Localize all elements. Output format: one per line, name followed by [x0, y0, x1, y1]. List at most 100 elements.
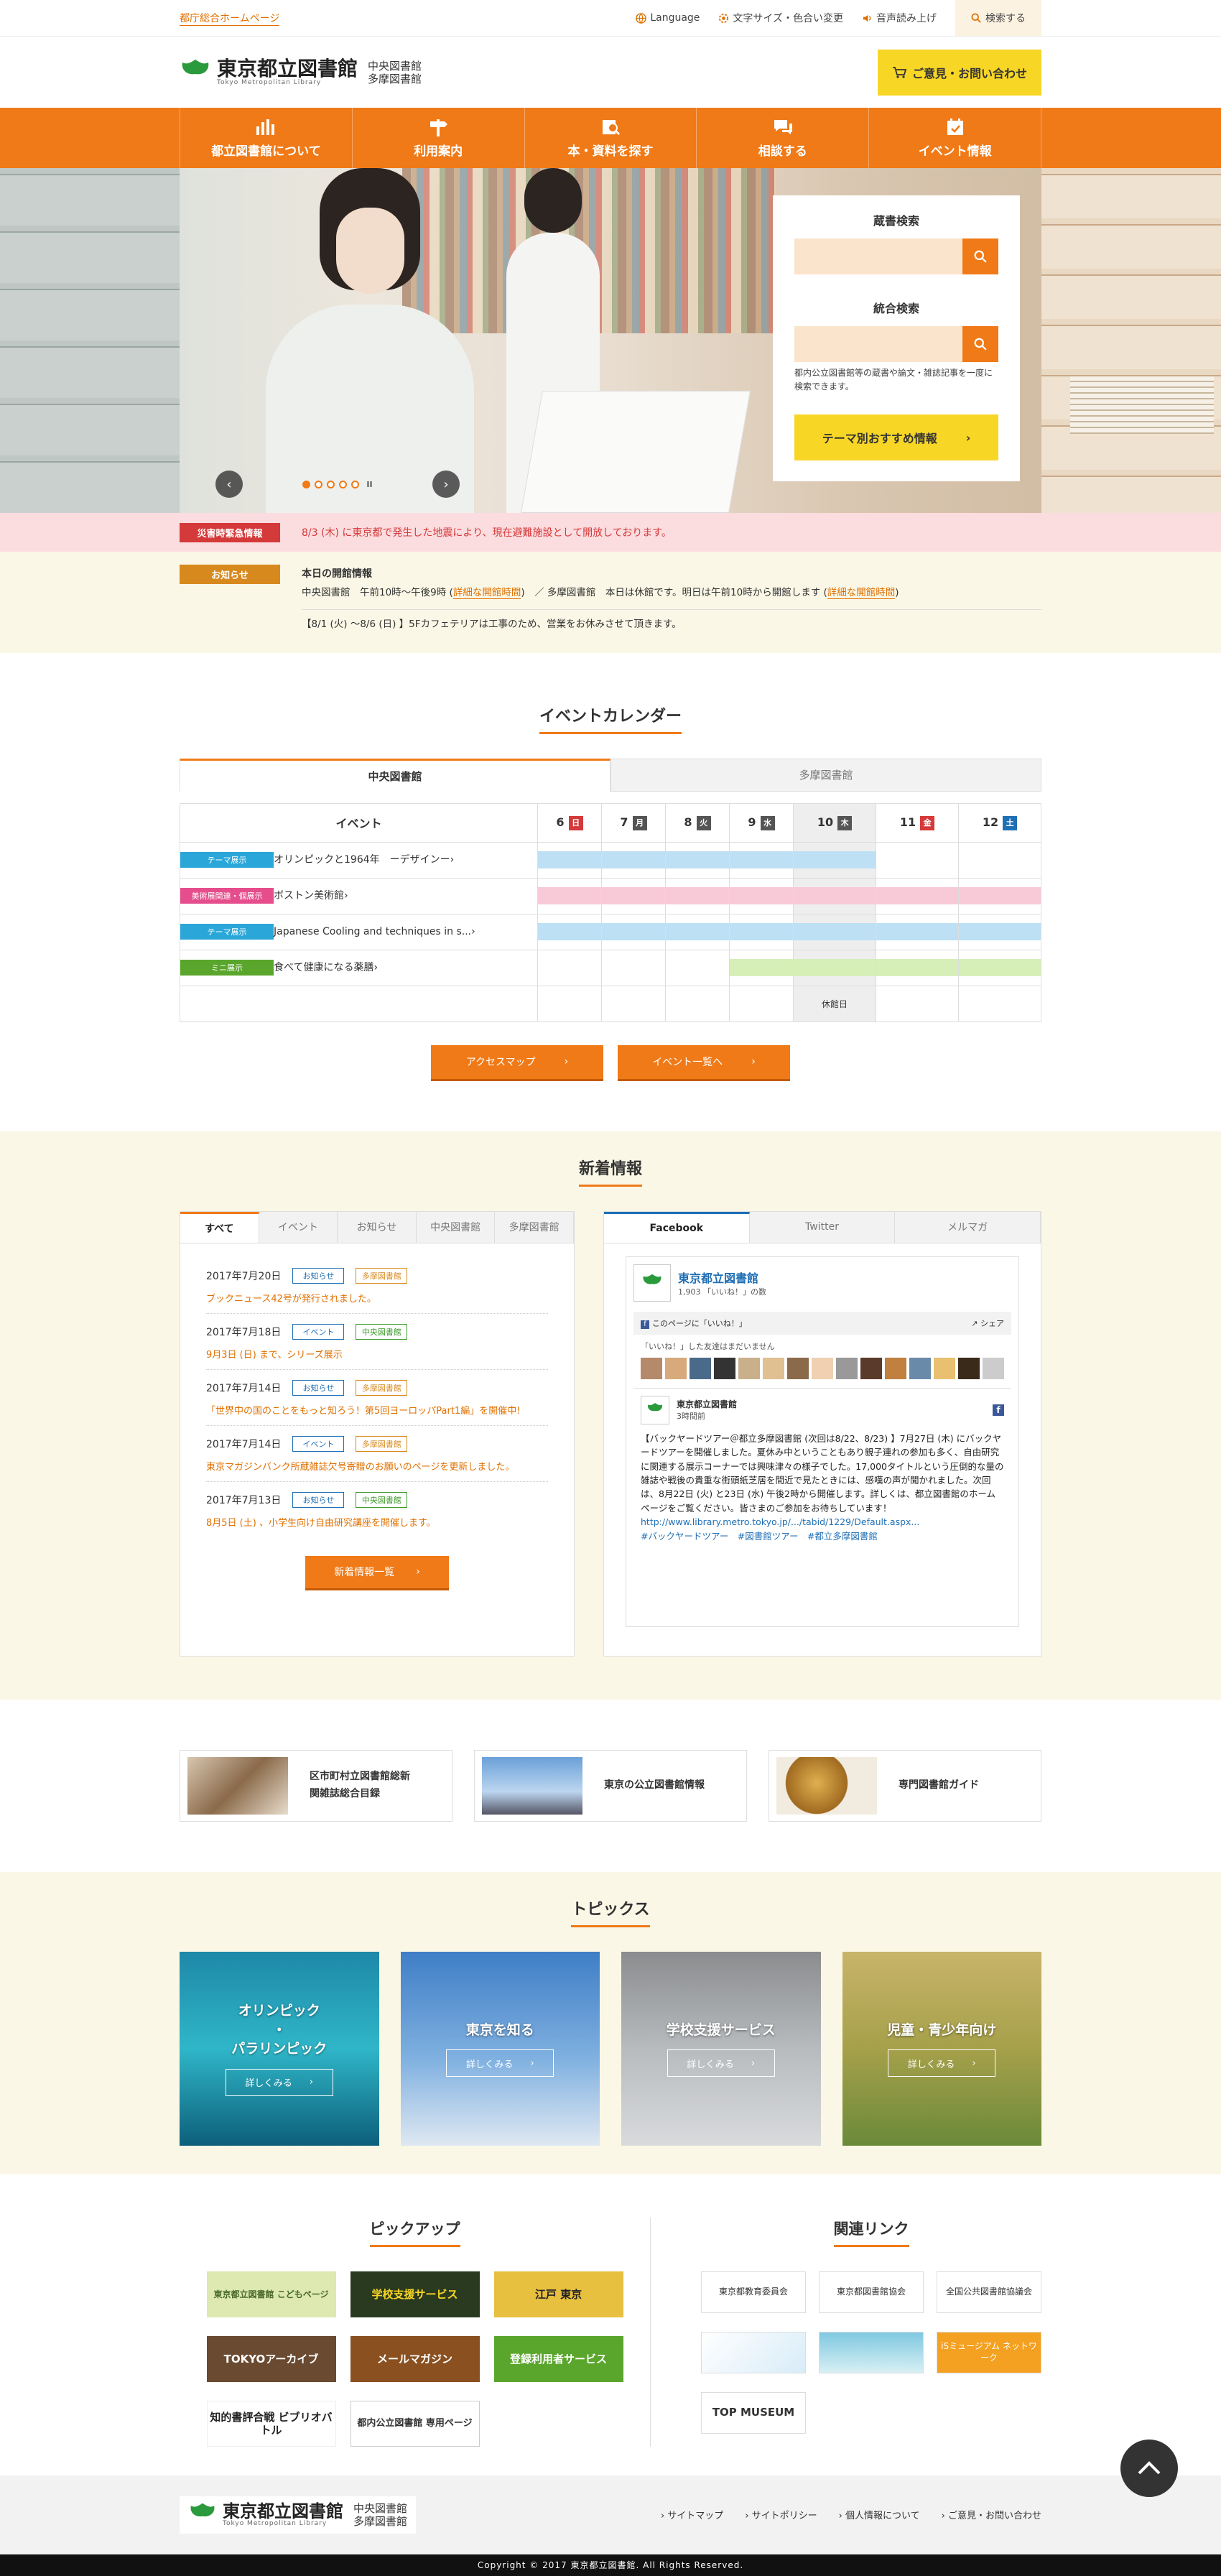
related-banner-5[interactable]: [819, 2331, 924, 2373]
font-color-link[interactable]: 文字サイズ・色合い変更: [718, 11, 843, 25]
related-top-museum[interactable]: TOP MUSEUM: [701, 2391, 806, 2434]
nav-search-books[interactable]: 本・資料を探す: [524, 108, 697, 168]
related-tokyo-library-association[interactable]: 東京都図書館協会: [819, 2271, 924, 2313]
calendar-day-header: 9水: [729, 802, 794, 843]
event-list-button[interactable]: イベント一覧へ ›: [618, 1044, 790, 1081]
facebook-like-page-button[interactable]: f このページに「いいね！」: [641, 1317, 747, 1329]
footer-logo[interactable]: 東京都立図書館 Tokyo Metropolitan Library 中央図書館…: [180, 2496, 417, 2534]
tab-tama-library[interactable]: 多摩図書館: [610, 758, 1041, 792]
facebook-post-hashtags[interactable]: #バックヤードツアー #図書館ツアー #都立多摩図書館: [641, 1529, 1004, 1543]
facebook-post-url[interactable]: http://www.library.metro.tokyo.jp/.../ta…: [641, 1515, 1004, 1529]
catalog-search-button[interactable]: [962, 238, 998, 274]
related-national-public-library-council[interactable]: 全国公共図書館協議会: [937, 2271, 1041, 2313]
facebook-page-name[interactable]: 東京都立図書館: [678, 1269, 766, 1286]
sns-tab-facebook[interactable]: Facebook: [604, 1211, 750, 1243]
opening-hours-link-central[interactable]: 詳細な開館時間: [452, 586, 521, 599]
nav-guide[interactable]: 利用案内: [351, 108, 524, 168]
catalog-search-input[interactable]: [794, 238, 962, 274]
calendar-event-cell[interactable]: 美術展関連・個展示 ボストン美術館›: [180, 877, 538, 914]
slider-next-button[interactable]: ›: [432, 471, 460, 498]
calendar-event-cell[interactable]: ミニ展示 食べて健康になる薬膳›: [180, 949, 538, 986]
topic-detail-button[interactable]: 詳しくみる ›: [446, 2049, 554, 2077]
opening-hours-link-tama[interactable]: 詳細な開館時間: [827, 586, 896, 599]
news-more-button[interactable]: 新着情報一覧 ›: [305, 1555, 449, 1590]
theme-recommend-button[interactable]: テーマ別おすすめ情報 ›: [794, 414, 998, 461]
integrated-search-button[interactable]: [962, 326, 998, 362]
pickup-bibliobattle[interactable]: 知的書評合戦 ビブリオバトル: [206, 2400, 336, 2447]
news-tab-notice[interactable]: お知らせ: [338, 1211, 417, 1243]
table-row[interactable]: 美術展関連・個展示 ボストン美術館›: [180, 877, 1042, 914]
facebook-share-button[interactable]: ↗ シェア: [971, 1317, 1004, 1329]
topic-card-olympic[interactable]: オリンピック・パラリンピック 詳しくみる ›: [180, 1951, 379, 2146]
pickup-school-support[interactable]: 学校支援サービス: [350, 2271, 480, 2317]
related-board-of-education[interactable]: 東京都教育委員会: [701, 2271, 806, 2313]
calendar-event-cell[interactable]: テーマ展示 オリンピックと1964年 ーデザインー›: [180, 841, 538, 879]
site-search-button[interactable]: 検索する: [955, 0, 1041, 36]
news-link[interactable]: ブックニュース42号が発行されました。: [206, 1291, 548, 1305]
news-link[interactable]: 「世界中の国のことをもっと知ろう！第5回ヨーロッパPart1編」を開催中!: [206, 1403, 548, 1417]
slider-dot-3[interactable]: [327, 480, 335, 488]
slider-dot-4[interactable]: [339, 480, 348, 488]
access-map-button[interactable]: アクセスマップ ›: [431, 1044, 603, 1081]
portal-link[interactable]: 都庁総合ホームページ: [180, 11, 280, 26]
event-category-badge: ミニ展示: [180, 960, 274, 976]
table-row[interactable]: ミニ展示 食べて健康になる薬膳›: [180, 949, 1042, 986]
topic-card-school[interactable]: 学校支援サービス 詳しくみる ›: [621, 1951, 821, 2146]
back-to-top-button[interactable]: [1120, 2439, 1178, 2497]
topic-detail-button[interactable]: 詳しくみる ›: [888, 2049, 996, 2077]
calendar-event-cell[interactable]: テーマ展示 Japanese Cooling and techniques in …: [180, 913, 538, 950]
pickup-mail-magazine[interactable]: メールマガジン: [350, 2335, 480, 2382]
table-row[interactable]: テーマ展示 Japanese Cooling and techniques in …: [180, 913, 1042, 950]
news-tab-all[interactable]: すべて: [180, 1211, 259, 1243]
banner-special-library-guide[interactable]: 専門図書館ガイド: [769, 1749, 1041, 1822]
topic-card-youth[interactable]: 児童・青少年向け 詳しくみる ›: [842, 1951, 1041, 2146]
banner-public-library-info[interactable]: 東京の公立図書館情報: [474, 1749, 747, 1822]
contact-button[interactable]: ご意見・お問い合わせ: [878, 50, 1041, 96]
footer-link-contact[interactable]: › ご意見・お問い合わせ: [942, 2508, 1041, 2521]
nav-consult[interactable]: 相談する: [696, 108, 868, 168]
news-tab-tama[interactable]: 多摩図書館: [495, 1211, 574, 1243]
news-link[interactable]: 8月5日 (土) 、小学生向け自由研究講座を開催します。: [206, 1515, 548, 1529]
slider-dot-5[interactable]: [351, 480, 360, 488]
site-logo[interactable]: 東京都立図書館 Tokyo Metropolitan Library 中央図書館…: [180, 58, 422, 87]
related-museum-network[interactable]: iSミュージアム ネットワーク: [937, 2331, 1041, 2373]
banner-union-catalog[interactable]: 区市町村立図書館総新 関雑誌総合目録: [180, 1749, 452, 1822]
slider-dots: II: [302, 480, 373, 489]
slider-dot-2[interactable]: [315, 480, 323, 488]
footer-link-policy[interactable]: › サイトポリシー: [745, 2508, 817, 2521]
facebook-post-author[interactable]: 東京都立図書館: [677, 1398, 985, 1410]
calendar-event-header: イベント: [180, 802, 538, 843]
news-link[interactable]: 9月3日 (日) まで、シリーズ展示: [206, 1347, 548, 1361]
topic-detail-button[interactable]: 詳しくみる ›: [225, 2068, 333, 2096]
footer-link-privacy[interactable]: › 個人情報について: [839, 2508, 920, 2521]
slider-prev-button[interactable]: ‹: [215, 471, 243, 498]
calendar-day-cell: [793, 913, 876, 950]
topic-detail-button[interactable]: 詳しくみる ›: [667, 2049, 775, 2077]
news-tab-central[interactable]: 中央図書館: [416, 1211, 496, 1243]
sns-tab-twitter[interactable]: Twitter: [749, 1211, 896, 1243]
tab-central-library[interactable]: 中央図書館: [180, 758, 610, 792]
integrated-search-input[interactable]: [794, 326, 962, 362]
slider-dot-1[interactable]: [302, 480, 311, 488]
alert-message[interactable]: 8/3 (木) に東京都で発生した地震により、現在避難施設として開放しております…: [302, 525, 672, 539]
pickup-tokyo-archive[interactable]: TOKYOアーカイブ: [206, 2335, 336, 2382]
pickup-kids-page[interactable]: 東京都立図書館 こどもページ: [206, 2271, 336, 2317]
related-banner-4[interactable]: [701, 2331, 806, 2373]
pickup-edo-tokyo[interactable]: 江戸 東京: [493, 2271, 623, 2317]
pickup-public-library-page[interactable]: 都内公立図書館 専用ページ: [350, 2400, 480, 2447]
voice-link[interactable]: 音声読み上げ: [862, 11, 937, 25]
table-row[interactable]: テーマ展示 オリンピックと1964年 ーデザインー›: [180, 841, 1042, 879]
slider-pause-button[interactable]: II: [366, 480, 372, 489]
footer-link-sitemap[interactable]: › サイトマップ: [661, 2508, 723, 2521]
avatar: [812, 1357, 833, 1379]
sns-tab-mailmag[interactable]: メルマガ: [895, 1211, 1041, 1243]
language-link[interactable]: Language: [636, 12, 700, 24]
logo-branch-central: 中央図書館: [368, 60, 422, 73]
pickup-registered-user[interactable]: 登録利用者サービス: [493, 2335, 623, 2382]
topic-card-tokyo[interactable]: 東京を知る 詳しくみる ›: [400, 1951, 600, 2146]
list-item: 2017年7月13日 お知らせ 中央図書館 8月5日 (土) 、小学生向け自由研究講…: [206, 1482, 548, 1537]
news-link[interactable]: 東京マガジンバンク所蔵雑誌欠号寄贈のお願いのページを更新しました。: [206, 1459, 548, 1473]
news-tab-event[interactable]: イベント: [259, 1211, 338, 1243]
nav-about[interactable]: 都立図書館について: [180, 108, 352, 168]
nav-events[interactable]: イベント情報: [868, 108, 1041, 168]
